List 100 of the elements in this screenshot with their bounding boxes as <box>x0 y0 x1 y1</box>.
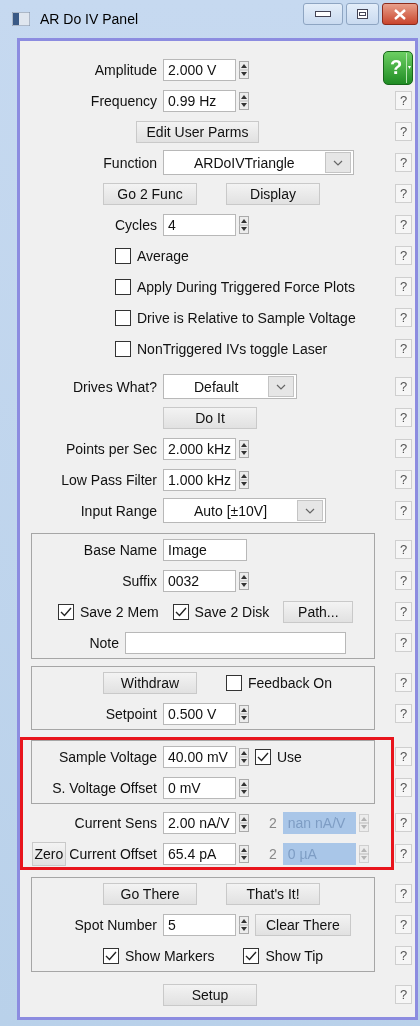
minimize-button[interactable] <box>303 3 343 25</box>
help-button[interactable]: ? <box>395 408 412 427</box>
checkbox[interactable] <box>255 748 271 765</box>
checkbox-label[interactable]: Drive is Relative to Sample Voltage <box>137 309 356 326</box>
help-button[interactable]: ? <box>395 540 412 559</box>
spin-buttons[interactable] <box>239 470 249 489</box>
button[interactable]: Do It <box>163 406 257 429</box>
checkbox-label[interactable]: Save 2 Mem <box>80 603 159 620</box>
channel-number: 2 <box>269 845 277 862</box>
help-button[interactable]: ? <box>395 153 412 172</box>
help-button[interactable]: ? <box>395 915 412 934</box>
checkbox-label[interactable]: Save 2 Disk <box>194 603 270 620</box>
number-field[interactable]: 2.000 V <box>163 58 236 81</box>
number-field[interactable]: 0 mV <box>163 776 236 799</box>
field-label: Suffix <box>122 572 157 589</box>
number-field[interactable]: 40.00 mV <box>163 745 236 768</box>
number-field[interactable]: 0.500 V <box>163 702 236 725</box>
button[interactable]: Withdraw <box>103 671 197 694</box>
button[interactable]: Go 2 Func <box>103 182 197 205</box>
button[interactable]: Edit User Parms <box>135 120 260 143</box>
number-field[interactable]: 5 <box>163 913 236 936</box>
button[interactable]: Zero <box>31 841 67 866</box>
button[interactable]: Path... <box>283 600 354 623</box>
field-label: S. Voltage Offset <box>52 779 157 796</box>
checkbox-label[interactable]: Average <box>137 247 189 264</box>
checkbox[interactable] <box>115 278 131 295</box>
number-field[interactable]: 0032 <box>163 569 236 592</box>
number-field[interactable]: 4 <box>163 213 236 236</box>
checkbox[interactable] <box>243 947 260 964</box>
checkbox[interactable] <box>115 309 131 326</box>
field-label: Drives What? <box>72 378 157 395</box>
text-field[interactable]: Image <box>163 538 247 561</box>
help-button[interactable]: ? <box>395 439 412 458</box>
field-label: Setpoint <box>105 705 157 722</box>
help-button[interactable]: ? <box>395 747 412 766</box>
help-button[interactable]: ? <box>395 246 412 265</box>
field-label: Low Pass Filter <box>61 471 157 488</box>
number-field[interactable]: 65.4 pA <box>163 842 236 865</box>
checkbox-label[interactable]: Apply During Triggered Force Plots <box>137 278 355 295</box>
help-button[interactable]: ? <box>395 884 412 903</box>
spin-buttons[interactable] <box>239 215 249 234</box>
help-button[interactable]: ? <box>395 602 412 621</box>
spin-buttons[interactable] <box>239 778 249 797</box>
checkbox[interactable] <box>115 247 131 264</box>
help-button[interactable]: ? <box>395 91 412 110</box>
help-button[interactable]: ? <box>395 339 412 358</box>
help-button[interactable]: ? <box>395 673 412 692</box>
number-field[interactable]: 0.99 Hz <box>163 89 236 112</box>
number-field[interactable]: 2.000 kHz <box>163 437 236 460</box>
checkbox[interactable] <box>58 603 74 620</box>
number-field[interactable]: 2.00 nA/V <box>163 811 236 834</box>
help-button[interactable]: ? <box>395 844 412 863</box>
help-button[interactable]: ? <box>395 184 412 203</box>
button[interactable]: Go There <box>103 882 197 905</box>
help-button[interactable]: ? <box>395 985 412 1004</box>
button[interactable]: That's It! <box>226 882 320 905</box>
caret-icon <box>406 52 412 83</box>
spin-buttons[interactable] <box>239 813 249 832</box>
spin-buttons[interactable] <box>239 844 249 863</box>
help-button[interactable]: ? <box>395 571 412 590</box>
spin-buttons[interactable] <box>239 439 249 458</box>
checkbox-label[interactable]: Show Markers <box>125 947 215 964</box>
spin-buttons[interactable] <box>239 60 249 79</box>
help-button[interactable]: ? <box>395 501 412 520</box>
help-button[interactable]: ? <box>395 633 412 652</box>
dropdown[interactable]: Auto [±10V] <box>163 498 327 523</box>
close-button[interactable] <box>382 3 418 25</box>
spin-buttons[interactable] <box>239 91 249 110</box>
checkbox[interactable] <box>103 947 119 964</box>
checkbox-label[interactable]: Feedback On <box>248 674 333 691</box>
field-label: Base Name <box>83 541 157 558</box>
spin-buttons[interactable] <box>239 571 249 590</box>
help-button[interactable]: ? <box>395 946 412 965</box>
number-field[interactable]: 1.000 kHz <box>163 468 236 491</box>
button[interactable]: Clear There <box>255 913 351 936</box>
checkbox-label[interactable]: Use <box>277 748 302 765</box>
button[interactable]: Setup <box>163 983 257 1006</box>
help-button[interactable]: ? <box>395 215 412 234</box>
spin-buttons[interactable] <box>239 747 249 766</box>
help-button[interactable]: ? <box>395 277 412 296</box>
field-label: Function <box>103 154 157 171</box>
dropdown[interactable]: ARDoIVTriangle <box>163 150 354 175</box>
dropdown[interactable]: Default <box>163 374 298 399</box>
text-field[interactable] <box>125 631 346 654</box>
help-button[interactable]: ? <box>395 778 412 797</box>
checkbox[interactable] <box>172 603 189 620</box>
help-button[interactable]: ? <box>395 308 412 327</box>
help-button[interactable]: ? <box>395 704 412 723</box>
help-button[interactable]: ? <box>395 377 412 396</box>
help-button[interactable]: ? <box>395 122 412 141</box>
spin-buttons[interactable] <box>239 704 249 723</box>
button[interactable]: Display <box>226 182 320 205</box>
maximize-button[interactable] <box>346 3 379 25</box>
checkbox[interactable] <box>226 674 242 691</box>
help-button[interactable]: ? <box>395 470 412 489</box>
checkbox-label[interactable]: NonTriggered IVs toggle Laser <box>137 340 328 357</box>
spin-buttons[interactable] <box>239 915 249 934</box>
checkbox-label[interactable]: Show Tip <box>265 947 324 964</box>
checkbox[interactable] <box>115 340 131 357</box>
help-button[interactable]: ? <box>395 813 412 832</box>
